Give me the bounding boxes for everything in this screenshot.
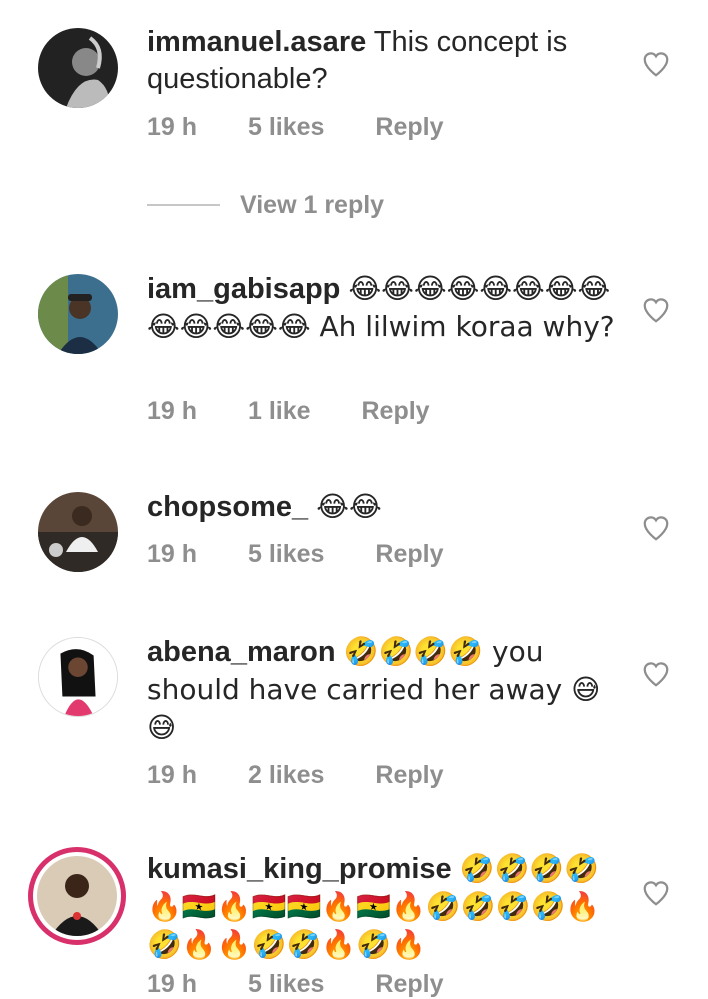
reply-button[interactable]: Reply	[375, 113, 443, 142]
avatar[interactable]	[38, 274, 118, 354]
comment-meta: 19 h 1 like Reply	[147, 397, 430, 426]
comment-meta: 19 h 5 likes Reply	[147, 970, 443, 999]
avatar-image	[38, 28, 118, 108]
view-replies-label[interactable]: View 1 reply	[240, 191, 384, 220]
comment-username[interactable]: chopsome_	[147, 491, 308, 523]
comment-time: 19 h	[147, 397, 198, 425]
comment-likes[interactable]: 2 likes	[248, 761, 324, 790]
avatar-image	[39, 638, 117, 716]
comment-username[interactable]: kumasi_king_promise	[147, 853, 452, 885]
reply-button[interactable]: Reply	[362, 397, 430, 426]
comment-username[interactable]: iam_gabisapp	[147, 273, 340, 305]
comment-likes[interactable]: 1 like	[248, 397, 311, 426]
reply-button[interactable]: Reply	[375, 970, 443, 999]
comment-time: 19 h	[147, 113, 198, 141]
comment-likes[interactable]: 5 likes	[248, 970, 324, 999]
comment-body: abena_maron 🤣🤣🤣🤣 you should have carried…	[147, 633, 617, 747]
comment-body: kumasi_king_promise 🤣🤣🤣🤣🔥🇬🇭🔥🇬🇭🇬🇭🔥🇬🇭🔥🤣🤣🤣🤣…	[147, 850, 617, 964]
reply-button[interactable]: Reply	[375, 540, 443, 569]
comment-body: immanuel.asare This concept is questiona…	[147, 24, 617, 98]
comment-text: 😂😂	[316, 490, 382, 523]
divider	[147, 204, 220, 206]
reply-button[interactable]: Reply	[375, 761, 443, 790]
comment-username[interactable]: immanuel.asare	[147, 26, 366, 58]
heart-icon[interactable]	[641, 49, 671, 79]
comment-time: 19 h	[147, 540, 198, 568]
avatar[interactable]	[38, 492, 118, 572]
avatar	[37, 856, 117, 936]
avatar-image	[38, 274, 118, 354]
comment-meta: 19 h 2 likes Reply	[147, 761, 443, 790]
comment-body: chopsome_ 😂😂	[147, 488, 617, 526]
avatar[interactable]	[38, 28, 118, 108]
heart-icon[interactable]	[641, 295, 671, 325]
comment-time: 19 h	[147, 761, 198, 789]
comment-body: iam_gabisapp 😂😂😂😂😂😂😂😂😂😂😂😂😂 Ah lilwim kor…	[147, 270, 617, 346]
view-replies[interactable]: View 1 reply	[147, 190, 384, 220]
heart-icon[interactable]	[641, 513, 671, 543]
comment-likes[interactable]: 5 likes	[248, 113, 324, 142]
heart-icon[interactable]	[641, 659, 671, 689]
avatar-image	[38, 492, 118, 572]
avatar-image	[37, 856, 117, 936]
comment-likes[interactable]: 5 likes	[248, 540, 324, 569]
comment-meta: 19 h 5 likes Reply	[147, 540, 443, 569]
avatar-story-ring[interactable]	[28, 847, 126, 945]
avatar[interactable]	[38, 637, 118, 717]
heart-icon[interactable]	[641, 878, 671, 908]
comment-meta: 19 h 5 likes Reply	[147, 113, 443, 142]
comment-username[interactable]: abena_maron	[147, 636, 336, 668]
comment-time: 19 h	[147, 970, 198, 998]
